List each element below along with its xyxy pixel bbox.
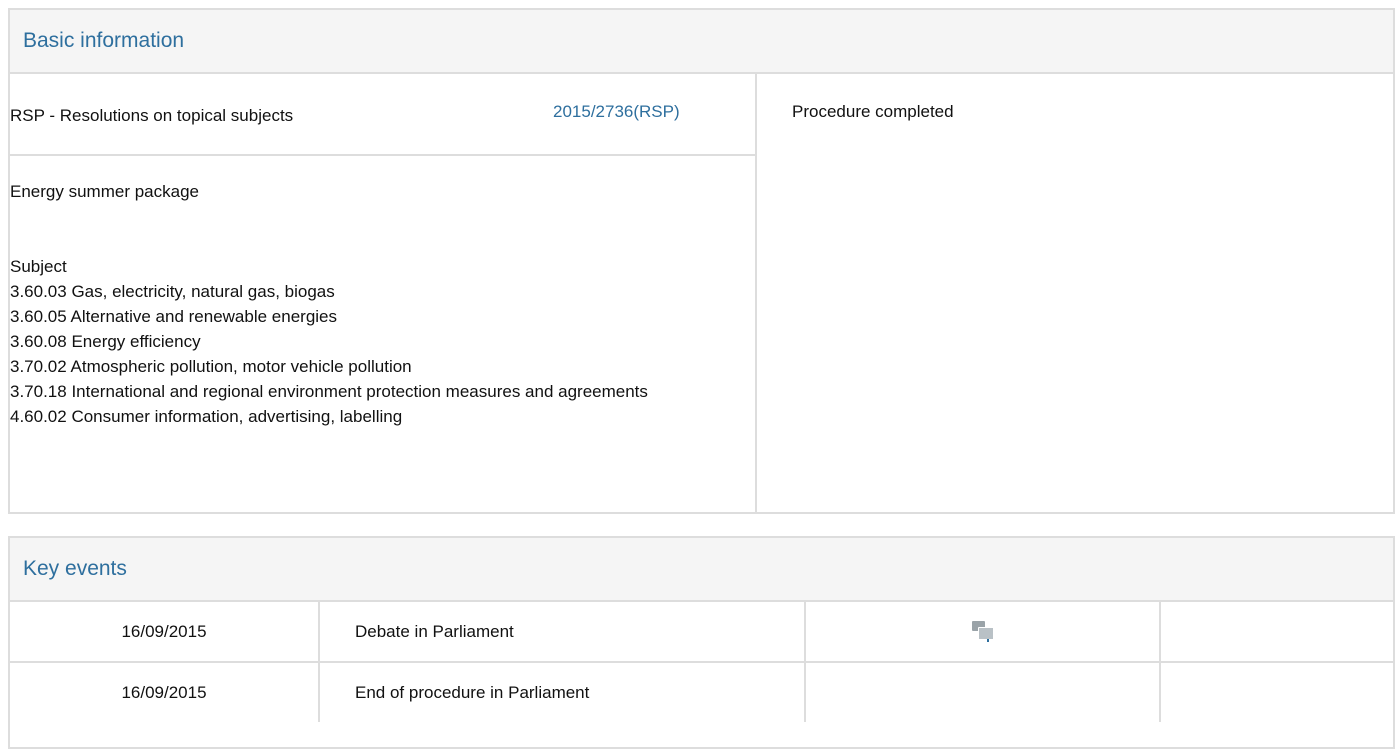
debate-icon[interactable] [971,620,994,643]
table-row: 16/09/2015 End of procedure in Parliamen… [10,662,1393,722]
basic-information-body: RSP - Resolutions on topical subjects 20… [10,74,1393,512]
event-description: End of procedure in Parliament [319,662,806,722]
subject-item: 4.60.02 Consumer information, advertisin… [10,407,403,426]
key-events-panel: Key events 16/09/2015 Debate in Parliame… [8,536,1395,749]
procedure-title: Energy summer package [10,182,199,201]
key-events-header: Key events [10,538,1393,602]
event-document-cell [805,602,1161,663]
subject-item: 3.60.08 Energy efficiency [10,332,201,351]
key-events-title: Key events [23,557,127,580]
event-date: 16/09/2015 [10,662,320,722]
basic-information-title: Basic information [23,29,185,52]
subject-item: 3.60.05 Alternative and renewable energi… [10,307,338,326]
subject-item: 3.70.18 International and regional envir… [10,382,648,401]
procedure-type: RSP - Resolutions on topical subjects [10,106,294,125]
procedure-details: RSP - Resolutions on topical subjects 20… [10,74,757,512]
key-events-table: 16/09/2015 Debate in Parliament 16/09/20… [10,602,1393,722]
procedure-reference-link[interactable]: 2015/2736(RSP) [553,102,680,122]
procedure-status: Procedure completed [792,102,954,121]
subject-heading: Subject [10,257,67,276]
procedure-type-row: RSP - Resolutions on topical subjects 20… [10,74,755,156]
event-date: 16/09/2015 [10,602,320,663]
event-summary-cell [1160,662,1393,722]
subject-list: Subject 3.60.03 Gas, electricity, natura… [10,254,730,429]
event-document-cell [805,662,1161,722]
basic-information-header: Basic information [10,10,1393,74]
event-summary-cell [1160,602,1393,663]
subject-item: 3.60.03 Gas, electricity, natural gas, b… [10,282,335,301]
basic-information-panel: Basic information RSP - Resolutions on t… [8,8,1395,514]
event-description: Debate in Parliament [319,602,806,663]
table-row: 16/09/2015 Debate in Parliament [10,602,1393,663]
subject-item: 3.70.02 Atmospheric pollution, motor veh… [10,357,412,376]
procedure-status-column: Procedure completed [757,74,1393,512]
